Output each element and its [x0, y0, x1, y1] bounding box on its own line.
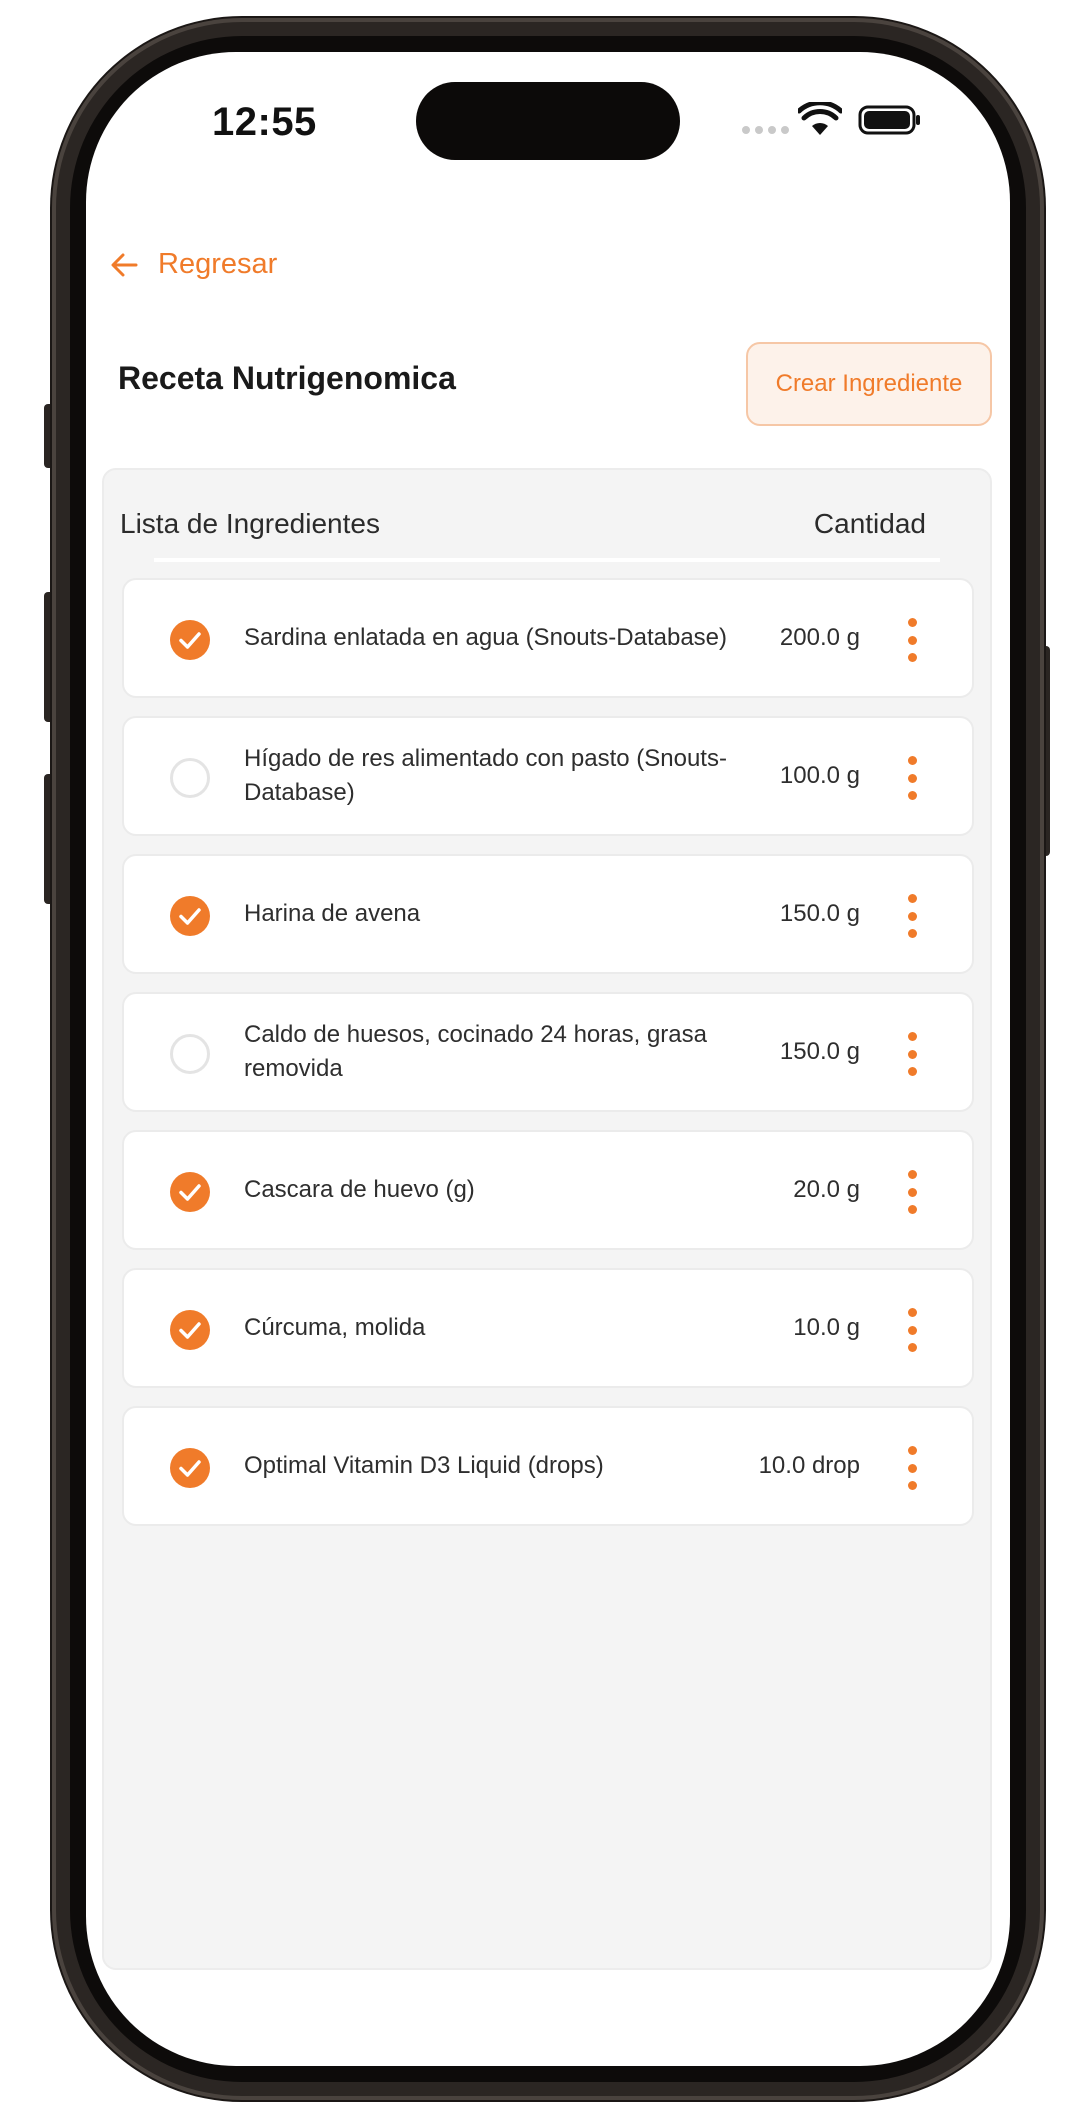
page-title: Receta Nutrigenomica — [118, 360, 456, 396]
checkbox-checked[interactable] — [170, 1448, 210, 1488]
back-label: Regresar — [158, 248, 278, 280]
check-icon — [179, 908, 201, 925]
ingredient-quantity: 150.0 g — [779, 1038, 860, 1065]
check-icon — [179, 1184, 201, 1201]
more-options-icon[interactable] — [904, 1308, 920, 1352]
app-screen: 12:55 Regresar Receta Nutrigenomica Crea… — [86, 52, 1010, 2066]
ingredient-name: Sardina enlatada en agua (Snouts-Databas… — [244, 624, 727, 651]
create-ingredient-button[interactable]: Crear Ingrediente — [746, 342, 992, 426]
ingredient-quantity: 20.0 g — [793, 1176, 860, 1203]
ingredient-row[interactable]: Hígado de res alimentado con pasto (Snou… — [122, 716, 974, 836]
ingredient-row[interactable]: Caldo de huesos, cocinado 24 horas, gras… — [122, 992, 974, 1112]
ingredient-name: Optimal Vitamin D3 Liquid (drops) — [244, 1452, 604, 1479]
check-icon — [179, 632, 201, 649]
ingredient-name: Harina de avena — [244, 900, 421, 927]
ingredient-row[interactable]: Optimal Vitamin D3 Liquid (drops) 10.0 d… — [122, 1406, 974, 1526]
ingredient-row[interactable]: Cúrcuma, molida 10.0 g — [122, 1268, 974, 1388]
checkbox-unchecked[interactable] — [170, 1034, 210, 1074]
ingredient-name: Cúrcuma, molida — [244, 1314, 426, 1341]
check-icon — [179, 1322, 201, 1339]
dynamic-island — [416, 82, 680, 160]
arrow-left-icon — [111, 253, 138, 276]
ingredient-name: Cascara de huevo (g) — [244, 1176, 475, 1203]
ingredient-row[interactable]: Harina de avena 150.0 g — [122, 854, 974, 974]
checkbox-checked[interactable] — [170, 1172, 210, 1212]
ingredient-name: Caldo de huesos, cocinado 24 horas, gras… — [244, 1021, 707, 1082]
ingredient-quantity: 100.0 g — [779, 762, 860, 789]
ingredient-row[interactable]: Cascara de huevo (g) 20.0 g — [122, 1130, 974, 1250]
checkbox-checked[interactable] — [170, 896, 210, 936]
more-options-icon[interactable] — [904, 1446, 920, 1490]
ingredient-quantity: 10.0 drop — [758, 1452, 860, 1479]
check-icon — [179, 1460, 201, 1477]
checkbox-unchecked[interactable] — [170, 758, 210, 798]
cellular-signal-icon — [742, 126, 789, 134]
ingredient-quantity: 150.0 g — [779, 900, 860, 927]
column-header-quantity: Cantidad — [813, 508, 926, 539]
status-time: 12:55 — [212, 100, 317, 144]
ingredient-name: Hígado de res alimentado con pasto (Snou… — [244, 745, 727, 806]
wifi-icon — [798, 102, 842, 135]
ingredient-row[interactable]: Sardina enlatada en agua (Snouts-Databas… — [122, 578, 974, 698]
battery-icon — [858, 105, 920, 135]
more-options-icon[interactable] — [904, 756, 920, 800]
more-options-icon[interactable] — [904, 1032, 920, 1076]
more-options-icon[interactable] — [904, 1170, 920, 1214]
ingredient-quantity: 10.0 g — [793, 1314, 860, 1341]
header-divider — [154, 558, 940, 562]
column-header-ingredients: Lista de Ingredientes — [120, 508, 380, 539]
ingredients-panel: Lista de Ingredientes Cantidad Sardina e… — [102, 468, 992, 1970]
ingredient-quantity: 200.0 g — [779, 624, 860, 651]
checkbox-checked[interactable] — [170, 620, 210, 660]
checkbox-checked[interactable] — [170, 1310, 210, 1350]
more-options-icon[interactable] — [904, 894, 920, 938]
back-button[interactable]: Regresar — [108, 248, 277, 281]
more-options-icon[interactable] — [904, 618, 920, 662]
